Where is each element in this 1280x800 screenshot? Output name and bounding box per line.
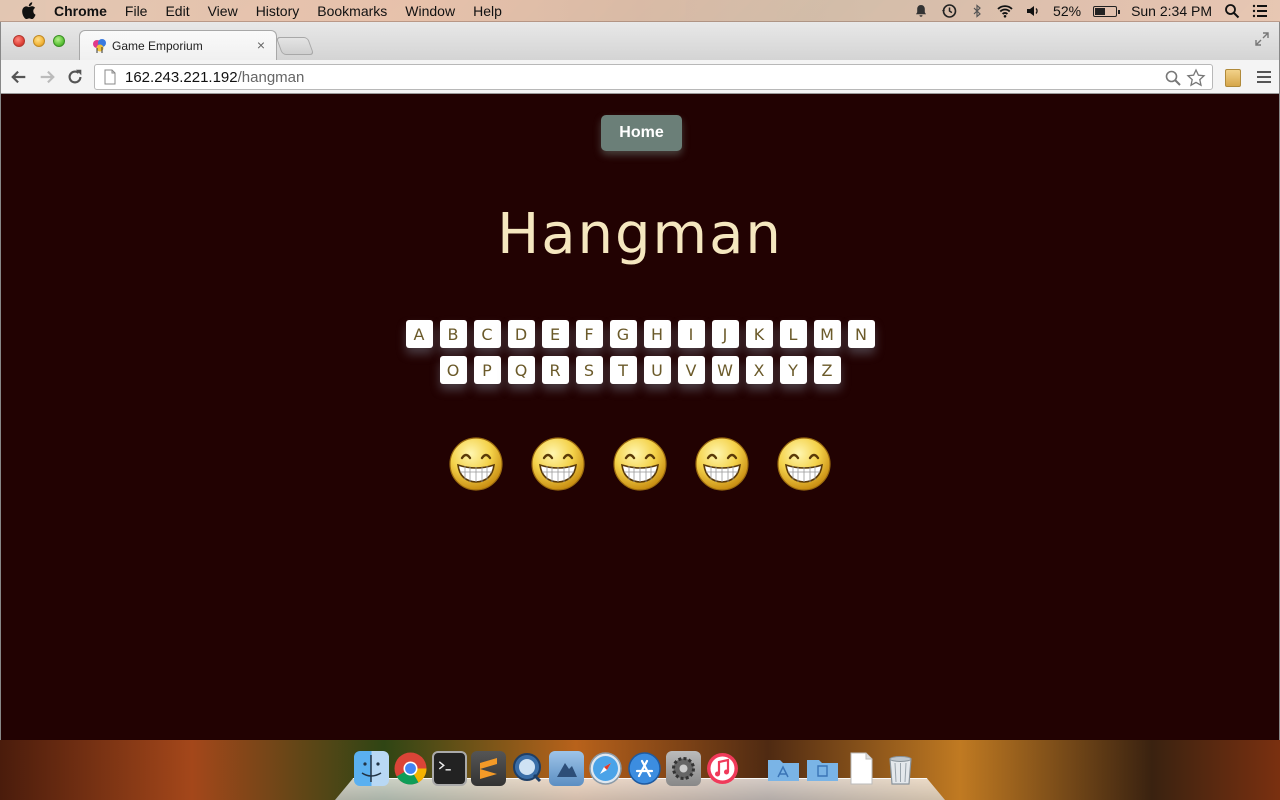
applications-folder-icon[interactable] [766, 751, 801, 786]
letter-button-t[interactable]: T [609, 356, 637, 384]
grin-face-icon [612, 436, 668, 492]
documents-folder-icon[interactable] [805, 751, 840, 786]
letter-button-n[interactable]: N [847, 320, 875, 348]
menu-app-name[interactable]: Chrome [54, 3, 107, 19]
fullscreen-icon[interactable] [1255, 32, 1269, 46]
spotlight-search-icon[interactable] [1224, 3, 1240, 19]
zoom-magnifier-icon[interactable] [1164, 69, 1182, 87]
time-machine-icon[interactable] [941, 3, 957, 19]
letter-button-h[interactable]: H [643, 320, 671, 348]
page-icon [103, 69, 117, 85]
battery-icon[interactable] [1093, 5, 1121, 17]
dock [354, 751, 918, 786]
address-bar[interactable]: 162.243.221.192/hangman [94, 64, 1213, 90]
terminal-icon[interactable] [432, 751, 467, 786]
home-button[interactable]: Home [601, 115, 682, 151]
document-icon[interactable] [844, 751, 879, 786]
letter-button-k[interactable]: K [745, 320, 773, 348]
menu-file[interactable]: File [125, 3, 148, 19]
menu-window[interactable]: Window [405, 3, 455, 19]
system-preferences-icon[interactable] [666, 751, 701, 786]
letter-button-s[interactable]: S [575, 356, 603, 384]
letter-button-r[interactable]: R [541, 356, 569, 384]
url-host: 162.243.221.192 [125, 68, 238, 86]
apple-menu-icon[interactable] [20, 2, 36, 19]
lives-faces [1, 436, 1279, 492]
letter-button-i[interactable]: I [677, 320, 705, 348]
menu-bar: Chrome File Edit View History Bookmarks … [0, 0, 1280, 22]
letter-button-x[interactable]: X [745, 356, 773, 384]
tab-strip: Game Emporium × [1, 22, 1279, 60]
letter-button-z[interactable]: Z [813, 356, 841, 384]
letter-button-j[interactable]: J [711, 320, 739, 348]
clock[interactable]: Sun 2:34 PM [1131, 3, 1212, 19]
tab-title: Game Emporium [112, 38, 203, 53]
extension-icon[interactable] [1225, 69, 1241, 87]
tab-close-icon[interactable]: × [255, 38, 267, 52]
letter-button-l[interactable]: L [779, 320, 807, 348]
chrome-icon[interactable] [393, 751, 428, 786]
notification-center-icon[interactable] [1252, 3, 1268, 19]
trash-icon[interactable] [883, 751, 918, 786]
letter-button-f[interactable]: F [575, 320, 603, 348]
bluetooth-icon[interactable] [969, 3, 985, 19]
grin-face-icon [448, 436, 504, 492]
letter-button-e[interactable]: E [541, 320, 569, 348]
finder-icon[interactable] [354, 751, 389, 786]
letter-button-q[interactable]: Q [507, 356, 535, 384]
page-content: Home Hangman A B C D E F G H I J K L M N… [1, 94, 1279, 740]
back-arrow-icon[interactable] [9, 67, 29, 87]
bookmark-star-icon[interactable] [1186, 68, 1206, 88]
letter-button-g[interactable]: G [609, 320, 637, 348]
new-tab-button[interactable] [275, 37, 315, 55]
menu-help[interactable]: Help [473, 3, 502, 19]
menu-edit[interactable]: Edit [165, 3, 189, 19]
letters-row-2: O P Q R S T U V W X Y Z [1, 356, 1279, 384]
letter-button-p[interactable]: P [473, 356, 501, 384]
reload-icon[interactable] [65, 67, 85, 87]
desktop-wallpaper [0, 740, 1280, 800]
quicksilver-icon[interactable] [510, 751, 545, 786]
grin-face-icon [694, 436, 750, 492]
page-title: Hangman [497, 202, 783, 267]
menu-history[interactable]: History [256, 3, 300, 19]
battery-fill [1095, 7, 1106, 15]
battery-percent: 52% [1053, 3, 1082, 19]
letter-button-b[interactable]: B [439, 320, 467, 348]
dock-separator [744, 751, 762, 786]
forward-arrow-icon[interactable] [37, 67, 57, 87]
letter-button-o[interactable]: O [439, 356, 467, 384]
sublime-text-icon[interactable] [471, 751, 506, 786]
app-store-icon[interactable] [627, 751, 662, 786]
window-minimize-button[interactable] [33, 35, 45, 47]
letter-button-m[interactable]: M [813, 320, 841, 348]
wifi-icon[interactable] [997, 3, 1013, 19]
letter-button-c[interactable]: C [473, 320, 501, 348]
menu-view[interactable]: View [208, 3, 238, 19]
window-close-button[interactable] [13, 35, 25, 47]
tab-game-emporium[interactable]: Game Emporium × [79, 30, 277, 60]
chrome-menu-icon[interactable] [1255, 68, 1273, 86]
url-path: /hangman [237, 68, 305, 86]
safari-icon[interactable] [588, 751, 623, 786]
browser-window: Game Emporium × 162.243.221.192/hangman [0, 22, 1280, 740]
letter-button-w[interactable]: W [711, 356, 739, 384]
grin-face-icon [530, 436, 586, 492]
letters-row-1: A B C D E F G H I J K L M N [1, 320, 1279, 348]
window-zoom-button[interactable] [53, 35, 65, 47]
volume-icon[interactable] [1025, 3, 1041, 19]
notification-bell-icon[interactable] [913, 3, 929, 19]
letter-button-v[interactable]: V [677, 356, 705, 384]
browser-toolbar: 162.243.221.192/hangman [1, 60, 1279, 94]
preview-icon[interactable] [549, 751, 584, 786]
grin-face-icon [776, 436, 832, 492]
game-emporium-favicon-icon [92, 38, 108, 54]
letter-button-u[interactable]: U [643, 356, 671, 384]
menu-bookmarks[interactable]: Bookmarks [317, 3, 387, 19]
letter-button-d[interactable]: D [507, 320, 535, 348]
itunes-icon[interactable] [705, 751, 740, 786]
letter-button-a[interactable]: A [405, 320, 433, 348]
letter-button-y[interactable]: Y [779, 356, 807, 384]
